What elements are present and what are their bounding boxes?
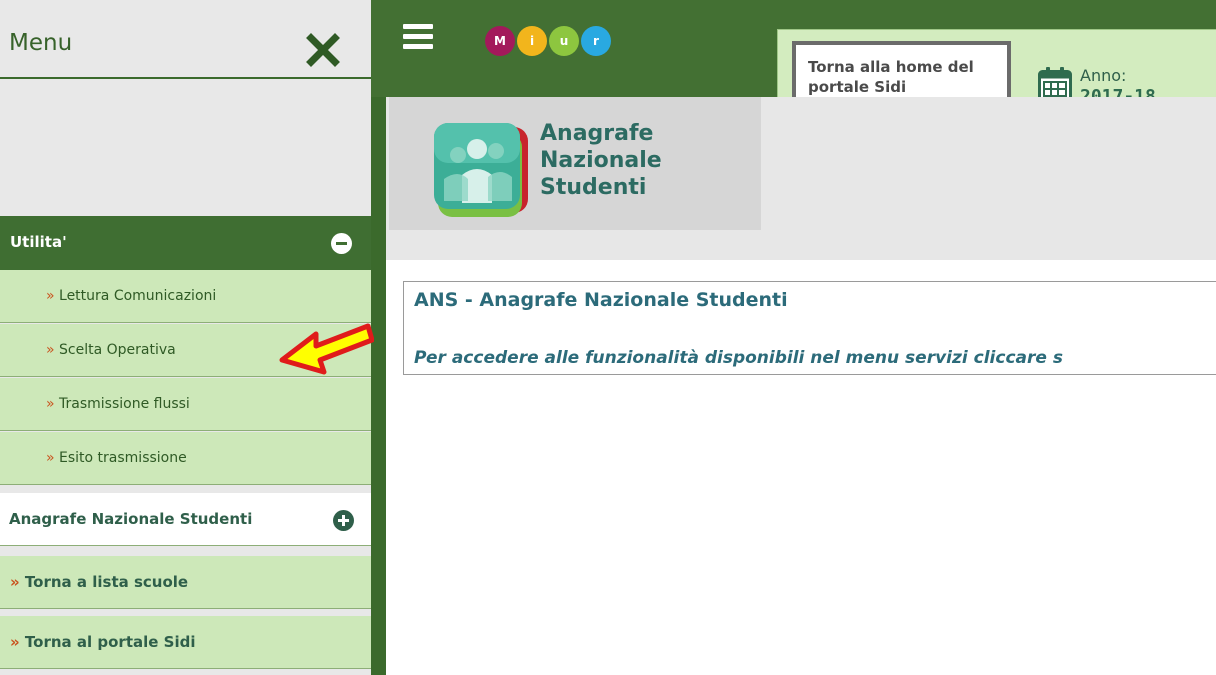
sidebar-item-label: Torna a lista scuole: [24, 573, 189, 591]
sidebar-item-label: Lettura Comunicazioni: [59, 288, 217, 304]
sidebar-item-label: Torna al portale Sidi: [24, 633, 196, 651]
sidebar-item-anagrafe-nazionale-studenti[interactable]: Anagrafe Nazionale Studenti: [0, 493, 371, 546]
page-title: ANS - Anagrafe Nazionale Studenti: [414, 289, 788, 311]
menu-header: Menu: [0, 0, 371, 79]
section-label: Utilita': [10, 233, 67, 251]
close-icon[interactable]: [306, 33, 340, 67]
sidebar-item-label: Trasmissione flussi: [59, 396, 190, 412]
home-link-label: Torna alla home del portale Sidi: [808, 58, 974, 96]
sidebar-item-torna-portale-sidi[interactable]: » Torna al portale Sidi: [0, 616, 371, 669]
sidebar-item-label: Esito trasmissione: [59, 450, 187, 466]
sidebar-item-label: Scelta Operativa: [59, 342, 176, 358]
sidebar-section-utilita[interactable]: Utilita': [0, 216, 371, 270]
students-app-icon: [434, 123, 528, 217]
brand-title: Anagrafe Nazionale Studenti: [540, 121, 662, 200]
sidebar-item-label: Anagrafe Nazionale Studenti: [9, 510, 253, 528]
annotation-arrow-icon: [279, 323, 374, 375]
sidebar-item-esito-trasmissione[interactable]: » Esito trasmissione: [0, 432, 371, 485]
instruction-message: Per accedere alle funzionalità disponibi…: [414, 348, 1063, 368]
sidebar-item-torna-lista-scuole[interactable]: » Torna a lista scuole: [0, 556, 371, 609]
menu-title: Menu: [9, 30, 73, 56]
hamburger-menu-icon[interactable]: [403, 24, 433, 50]
plus-circle-icon[interactable]: [333, 510, 354, 531]
sidebar-item-trasmissione-flussi[interactable]: » Trasmissione flussi: [0, 378, 371, 431]
anno-label: Anno:: [1080, 66, 1127, 85]
minus-circle-icon[interactable]: [331, 233, 352, 254]
